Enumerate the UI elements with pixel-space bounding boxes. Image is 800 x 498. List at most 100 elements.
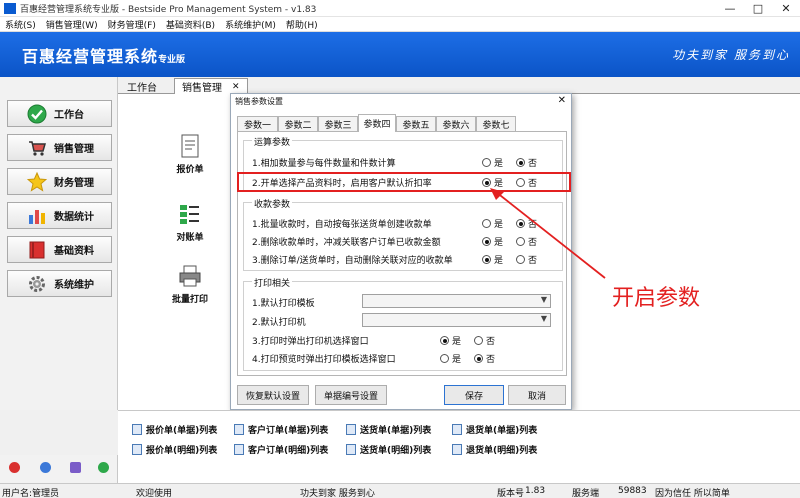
tool-statement[interactable]: 对账单 bbox=[160, 202, 220, 243]
sidebar-item-label: 数据统计 bbox=[54, 212, 94, 223]
document-list-icon bbox=[346, 424, 356, 435]
restore-defaults-button[interactable]: 恢复默认设置 bbox=[237, 385, 309, 405]
group-title: 收款参数 bbox=[252, 197, 293, 210]
tab-param-4[interactable]: 参数四 bbox=[358, 114, 396, 132]
sidebar-item-maintenance[interactable]: 系统维护 bbox=[7, 270, 112, 297]
save-button[interactable]: 保存 bbox=[444, 385, 504, 405]
tab-param-7[interactable]: 参数七 bbox=[476, 116, 516, 131]
menu-system[interactable]: 系统(S) bbox=[0, 18, 41, 31]
link-delivery-details[interactable]: 送货单(明细)列表 bbox=[346, 443, 431, 456]
tab-param-2[interactable]: 参数二 bbox=[278, 116, 318, 131]
default-template-select[interactable]: ▼ bbox=[362, 294, 551, 308]
menu-basic-data[interactable]: 基础资料(B) bbox=[161, 18, 220, 31]
minimize-button[interactable]: — bbox=[716, 0, 744, 17]
link-label: 送货单(单据)列表 bbox=[360, 426, 432, 436]
document-list-icon bbox=[234, 424, 244, 435]
param-row-label: 2.默认打印机 bbox=[252, 318, 306, 328]
radio-label: 是 bbox=[452, 355, 462, 365]
quick-links-panel: 报价单(单据)列表 客户订单(单据)列表 送货单(单据)列表 退货单(单据)列表… bbox=[118, 410, 800, 483]
param-row-label: 3.删除订单/送货单时，自动删除关联对应的收款单 bbox=[252, 256, 453, 266]
brand-title: 百惠经营管理系统专业版 bbox=[22, 43, 185, 67]
radio-label: 否 bbox=[528, 159, 538, 169]
param-row-label: 1.批量收款时，自动按每张送货单创建收款单 bbox=[252, 220, 432, 230]
radio-label: 否 bbox=[486, 337, 496, 347]
dialog-close-button[interactable]: ✕ bbox=[558, 95, 566, 106]
close-tab-icon[interactable]: ✕ bbox=[232, 82, 240, 92]
radio-circle bbox=[482, 158, 491, 167]
tab-param-5[interactable]: 参数五 bbox=[396, 116, 436, 131]
tab-label: 工作台 bbox=[127, 82, 157, 94]
link-return-details[interactable]: 退货单(明细)列表 bbox=[452, 443, 537, 456]
chevron-down-icon: ▼ bbox=[540, 314, 547, 323]
note-icon[interactable] bbox=[70, 462, 81, 473]
sidebar-footer bbox=[0, 455, 118, 483]
menu-finance[interactable]: 财务管理(F) bbox=[103, 18, 161, 31]
radio-label: 否 bbox=[486, 355, 496, 365]
annotation-arrow bbox=[490, 188, 606, 279]
link-quote-details[interactable]: 报价单(明细)列表 bbox=[132, 443, 217, 456]
numbering-settings-button[interactable]: 单据编号设置 bbox=[315, 385, 387, 405]
link-order-docs[interactable]: 客户订单(单据)列表 bbox=[234, 423, 328, 436]
maximize-button[interactable]: □ bbox=[744, 0, 772, 17]
param-row-label: 3.打印时弹出打印机选择窗口 bbox=[252, 337, 369, 347]
radio-circle bbox=[516, 158, 525, 167]
sidebar-item-label: 销售管理 bbox=[54, 144, 94, 155]
param-row-label: 2.删除收款单时，冲减关联客户订单已收款金额 bbox=[252, 238, 441, 248]
radio-yes[interactable]: 是 bbox=[440, 352, 461, 365]
menu-help[interactable]: 帮助(H) bbox=[281, 18, 323, 31]
link-label: 报价单(明细)列表 bbox=[146, 446, 218, 456]
group-title: 运算参数 bbox=[252, 135, 293, 148]
close-window-button[interactable]: ✕ bbox=[772, 0, 800, 17]
status-version-label: 版本号 bbox=[497, 489, 525, 498]
main-tabs: 工作台 销售管理 ✕ bbox=[118, 77, 800, 94]
status-welcome: 欢迎使用 bbox=[136, 489, 173, 498]
cancel-button[interactable]: 取消 bbox=[508, 385, 566, 405]
menu-bar: 系统(S) 销售管理(W) 财务管理(F) 基础资料(B) 系统维护(M) 帮助… bbox=[0, 17, 800, 32]
radio-yes[interactable]: 是 bbox=[440, 334, 461, 347]
printer-icon bbox=[178, 264, 202, 288]
tab-param-6[interactable]: 参数六 bbox=[436, 116, 476, 131]
sidebar-item-sales[interactable]: 销售管理 bbox=[7, 134, 112, 161]
tool-quotation[interactable]: 报价单 bbox=[160, 134, 220, 175]
sidebar-item-statistics[interactable]: 数据统计 bbox=[7, 202, 112, 229]
radio-no[interactable]: 否 bbox=[474, 352, 495, 365]
sidebar-item-label: 财务管理 bbox=[54, 178, 94, 189]
link-quote-docs[interactable]: 报价单(单据)列表 bbox=[132, 423, 217, 436]
chevron-down-icon: ▼ bbox=[540, 295, 547, 304]
sidebar-item-finance[interactable]: 财务管理 bbox=[7, 168, 112, 195]
document-list-icon bbox=[346, 444, 356, 455]
status-motto: 因为信任 所以简单 bbox=[655, 489, 730, 498]
tool-label: 对账单 bbox=[176, 233, 204, 243]
menu-maintenance[interactable]: 系统维护(M) bbox=[220, 18, 281, 31]
tab-sales-management[interactable]: 销售管理 ✕ bbox=[174, 78, 248, 94]
radio-label: 是 bbox=[452, 337, 462, 347]
sidebar-item-basic-data[interactable]: 基础资料 bbox=[7, 236, 112, 263]
sidebar-item-workbench[interactable]: 工作台 bbox=[7, 100, 112, 127]
tab-workbench[interactable]: 工作台 bbox=[120, 78, 164, 94]
status-server-label: 服务端 bbox=[572, 489, 600, 498]
link-label: 报价单(单据)列表 bbox=[146, 426, 218, 436]
radio-no[interactable]: 否 bbox=[474, 334, 495, 347]
home-icon[interactable] bbox=[9, 462, 20, 473]
document-list-icon bbox=[234, 444, 244, 455]
document-list-icon bbox=[452, 424, 462, 435]
gear-icon bbox=[26, 274, 48, 294]
radio-no[interactable]: 否 bbox=[516, 156, 537, 169]
radio-yes[interactable]: 是 bbox=[482, 156, 503, 169]
link-order-details[interactable]: 客户订单(明细)列表 bbox=[234, 443, 328, 456]
tool-batch-print[interactable]: 批量打印 bbox=[160, 264, 220, 305]
radio-circle bbox=[474, 336, 483, 345]
default-printer-select[interactable]: ▼ bbox=[362, 313, 551, 327]
menu-sales[interactable]: 销售管理(W) bbox=[41, 18, 103, 31]
app-icon bbox=[4, 2, 16, 14]
back-icon[interactable] bbox=[98, 462, 109, 473]
status-bar: 用户名:管理员 欢迎使用 功夫到家 服务到心 版本号 1.83 服务端 5988… bbox=[0, 483, 800, 498]
window-controls: — □ ✕ bbox=[716, 0, 800, 17]
tab-param-1[interactable]: 参数一 bbox=[237, 116, 278, 131]
info-icon[interactable] bbox=[40, 462, 51, 473]
link-return-docs[interactable]: 退货单(单据)列表 bbox=[452, 423, 537, 436]
tab-param-3[interactable]: 参数三 bbox=[318, 116, 358, 131]
document-list-icon bbox=[132, 424, 142, 435]
param-row-label: 1.默认打印模板 bbox=[252, 299, 315, 309]
link-delivery-docs[interactable]: 送货单(单据)列表 bbox=[346, 423, 431, 436]
